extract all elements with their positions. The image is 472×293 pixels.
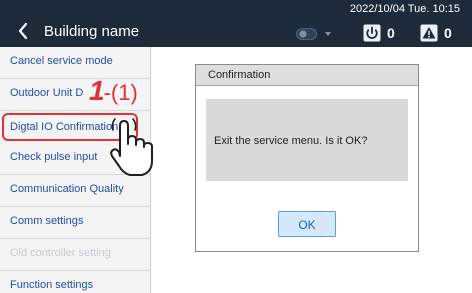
- power-count: 0: [387, 25, 395, 41]
- toggle-dropdown-icon: [296, 28, 331, 40]
- step-sub: -(1): [103, 80, 138, 105]
- toggle-dropdown[interactable]: [296, 27, 336, 41]
- dialog-message-box: Exit the service menu. Is it OK?: [206, 99, 408, 181]
- sidebar-item-label: Outdoor Unit D: [10, 87, 84, 99]
- warning-triangle-icon: [420, 24, 438, 42]
- sidebar-item-function-settings[interactable]: Function settings: [0, 271, 150, 293]
- alarm-count: 0: [444, 25, 452, 41]
- ok-button[interactable]: OK: [278, 211, 336, 237]
- sidebar-item-label: Cancel service mode: [10, 55, 113, 67]
- screen: Building name 2022/10/04 Tue. 10:15 0 0 …: [0, 0, 472, 293]
- ok-button-label: OK: [298, 218, 316, 232]
- chevron-left-icon: [18, 22, 28, 40]
- back-button[interactable]: [14, 21, 34, 41]
- step-number: 1: [89, 75, 105, 106]
- sidebar-item-old-controller-setting: Old controller setting: [0, 239, 150, 271]
- dialog-title: Confirmation: [208, 69, 271, 81]
- step-annotation: 1-(1): [89, 75, 138, 107]
- dialog-message: Exit the service menu. Is it OK?: [214, 135, 368, 147]
- building-name-title: Building name: [44, 23, 140, 40]
- sidebar-item-label: Old controller setting: [10, 247, 111, 259]
- pointing-hand-icon: [110, 118, 153, 176]
- sidebar-item-label: Digtal IO Confirmation: [10, 121, 119, 133]
- confirmation-dialog: Confirmation Exit the service menu. Is i…: [195, 64, 419, 252]
- sidebar-item-comm-settings[interactable]: Comm settings: [0, 207, 150, 239]
- sidebar-item-communication-quality[interactable]: Communication Quality: [0, 175, 150, 207]
- power-icon: [363, 24, 381, 42]
- sidebar-item-label: Comm settings: [10, 215, 84, 227]
- datetime-readout: 2022/10/04 Tue. 10:15: [349, 3, 460, 15]
- dialog-title-bar: Confirmation: [196, 65, 418, 86]
- sidebar-item-label: Check pulse input: [10, 151, 98, 163]
- top-header: Building name 2022/10/04 Tue. 10:15 0 0: [0, 0, 472, 47]
- sidebar-item-label: Communication Quality: [10, 183, 124, 195]
- power-status[interactable]: 0: [363, 24, 415, 42]
- alarm-status[interactable]: 0: [420, 24, 466, 42]
- sidebar-item-label: Function settings: [10, 279, 94, 291]
